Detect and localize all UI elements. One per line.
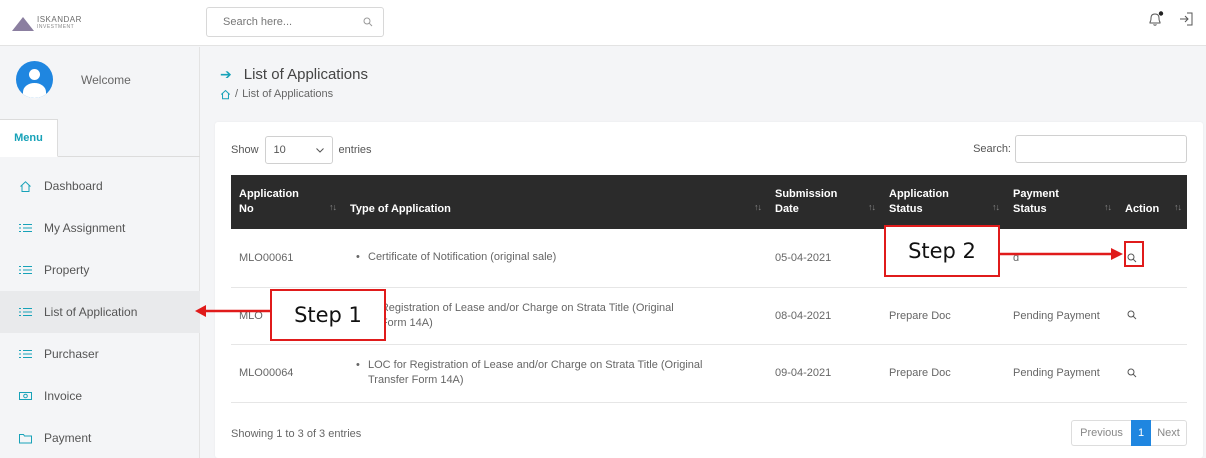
search-icon[interactable] [363,17,373,27]
sidebar-item-list-of-application[interactable]: List of Application [0,291,200,333]
home-icon [18,180,32,193]
page-title-text: List of Applications [243,66,368,83]
global-search-input[interactable] [223,16,363,28]
list-icon [18,307,32,317]
app-status-cell: Prepare Doc [881,287,1005,345]
list-icon [18,349,32,359]
date-cell: 09-04-2021 [767,344,881,403]
step1-arrow [195,305,272,317]
show-label: Show [231,144,259,156]
sidebar-item-label: Purchaser [44,347,99,361]
sort-icon: ↑↓ [992,202,1000,212]
welcome-text: Welcome [81,72,131,87]
entries-label: entries [338,144,372,156]
table-search-label: Search: [973,143,1011,155]
step1-callout: Step 1 [270,289,386,341]
date-cell: 08-04-2021 [767,287,881,345]
table-search-input[interactable] [1015,135,1187,163]
breadcrumb: / List of Applications [220,88,333,100]
brand-logo[interactable]: ISKANDAR INVESTMENT [12,8,92,38]
sidebar-item-property[interactable]: Property [0,249,200,291]
tab-menu[interactable]: Menu [0,119,58,157]
logo-line2: INVESTMENT [37,24,75,30]
sidebar-item-label: List of Application [44,305,138,319]
avatar[interactable] [16,61,53,98]
column-header-type[interactable]: Type of Application ↑↓ [342,175,767,229]
sidebar-nav: Dashboard My Assignment Property List of… [0,165,200,458]
table-info: Showing 1 to 3 of 3 entries [231,428,362,440]
action-highlight-box [1124,241,1144,267]
user-welcome: Welcome [16,61,131,98]
app-no-cell: MLO00061 [231,229,342,288]
type-cell: • LOC for Registration of Lease and/or Ch… [342,344,767,403]
table-header-row: Application No ↑↓ Type of Application ↑↓ Su… [231,175,1187,229]
chevron-down-icon [315,147,324,153]
table-search: Search: [973,135,1187,163]
action-cell [1117,344,1187,403]
column-header-app-no[interactable]: Application No ↑↓ [231,175,342,229]
pagination-previous[interactable]: Previous [1071,420,1131,446]
column-header-app-status[interactable]: Application Status ↑↓ [881,175,1005,229]
sidebar-item-payment[interactable]: Payment [0,417,200,458]
top-bar: ISKANDAR INVESTMENT [0,0,1206,46]
sidebar: Welcome Menu Dashboard My Assignment Pro… [0,47,200,458]
sidebar-item-purchaser[interactable]: Purchaser [0,333,200,375]
logo-mark-icon [12,15,34,31]
date-cell: 05-04-2021 [767,229,881,288]
sidebar-item-label: Dashboard [44,179,103,193]
sidebar-item-my-assignment[interactable]: My Assignment [0,207,200,249]
sort-icon: ↑↓ [1104,202,1112,212]
entries-select-value: 10 [273,144,286,156]
column-header-payment-status[interactable]: Payment Status ↑↓ [1005,175,1117,229]
money-icon [18,391,32,401]
list-icon [18,223,32,233]
page-title: ➔ List of Applications [220,66,368,83]
sort-icon: ↑↓ [329,202,337,212]
entries-select[interactable]: 10 [264,136,333,164]
step2-callout: Step 2 [884,225,1000,277]
payment-status-cell: Pending Payment [1005,344,1117,403]
type-cell: • Certificate of Notification (original s… [342,229,767,288]
logout-icon[interactable] [1178,11,1194,27]
folder-icon [18,433,32,444]
breadcrumb-current: List of Applications [242,88,334,100]
list-icon [18,265,32,275]
pagination-page-1[interactable]: 1 [1131,420,1151,446]
sidebar-item-label: My Assignment [44,221,126,235]
sidebar-item-dashboard[interactable]: Dashboard [0,165,200,207]
sidebar-item-invoice[interactable]: Invoice [0,375,200,417]
home-icon[interactable] [220,89,231,100]
sort-icon: ↑↓ [1174,202,1182,212]
table-row: MLO00064 • LOC for Registration of Lease … [231,344,1187,403]
view-search-icon[interactable] [1125,308,1138,323]
arrow-right-icon: ➔ [220,66,232,82]
sidebar-item-label: Invoice [44,389,83,403]
sort-icon: ↑↓ [868,202,876,212]
pagination-next[interactable]: Next [1151,420,1187,446]
sort-icon: ↑↓ [754,202,762,212]
type-cell: or Registration of Lease and/or Charge o… [342,287,767,345]
logo-line1: ISKANDAR [37,15,82,24]
breadcrumb-separator: / [235,88,239,100]
action-cell [1117,287,1187,345]
notification-bell-icon[interactable] [1147,10,1165,28]
column-header-action[interactable]: Action ↑↓ [1117,175,1187,229]
sidebar-item-label: Payment [44,431,92,445]
column-header-submission-date[interactable]: Submission Date ↑↓ [767,175,881,229]
entries-length-control: Show 10 entries [231,136,372,164]
app-no-cell: MLO00064 [231,344,342,403]
sidebar-item-label: Property [44,263,90,277]
step2-arrow [1000,248,1123,260]
pagination: Previous 1 Next [1071,420,1187,446]
payment-status-cell: Pending Payment [1005,287,1117,345]
menu-tabs: Menu [0,119,200,157]
global-search [206,7,384,37]
view-search-icon[interactable] [1125,365,1138,380]
app-status-cell: Prepare Doc [881,344,1005,403]
